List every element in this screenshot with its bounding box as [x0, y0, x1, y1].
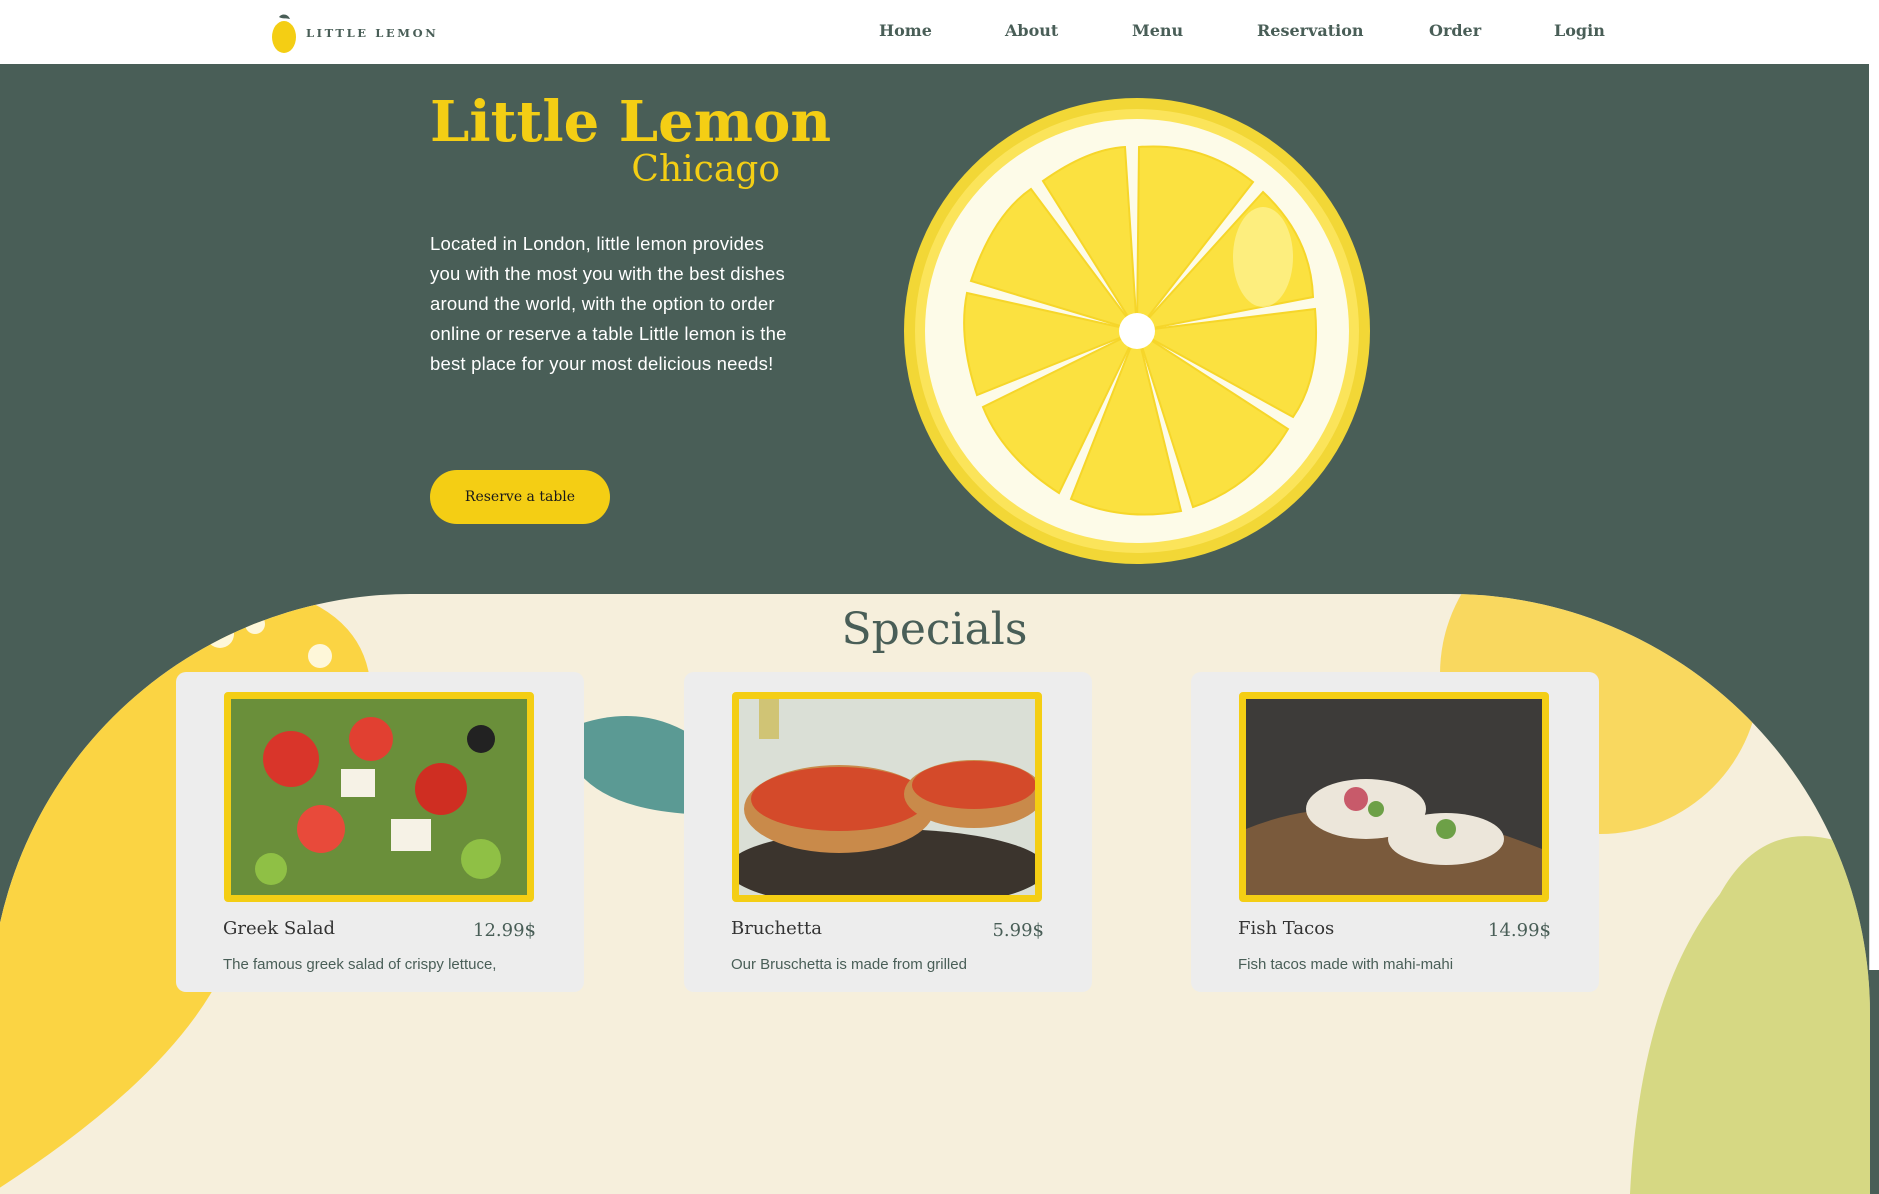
special-description: The famous greek salad of crispy lettuce… [223, 956, 497, 973]
special-card-bruschetta[interactable]: Bruchetta 5.99$ Our Bruschetta is made f… [684, 672, 1092, 992]
special-description: Our Bruschetta is made from grilled [731, 956, 967, 973]
special-name: Greek Salad [223, 918, 335, 939]
lemon-logo-icon [272, 14, 296, 53]
greek-salad-photo [224, 692, 534, 902]
special-price: 5.99$ [992, 920, 1044, 941]
special-name: Fish Tacos [1238, 918, 1335, 939]
hero-title: Little Lemon [430, 89, 832, 155]
special-price: 12.99$ [473, 920, 536, 941]
nav-link-order[interactable]: Order [1429, 21, 1481, 40]
special-price: 14.99$ [1488, 920, 1551, 941]
special-card-greek-salad[interactable]: Greek Salad 12.99$ The famous greek sala… [176, 672, 584, 992]
nav-link-menu[interactable]: Menu [1132, 21, 1183, 40]
scrollbar-track[interactable] [1869, 0, 1879, 970]
nav-link-home[interactable]: Home [879, 21, 932, 40]
hero-subtitle: Chicago [631, 149, 780, 190]
scrollbar-thumb[interactable] [1869, 330, 1878, 970]
lemon-slice-icon [904, 98, 1370, 564]
nav-link-login[interactable]: Login [1554, 21, 1605, 40]
logo-text: LITTLE LEMON [306, 26, 439, 40]
special-name: Bruchetta [731, 918, 822, 939]
specials-title: Specials [841, 604, 1028, 655]
bruschetta-photo [732, 692, 1042, 902]
reserve-table-button[interactable]: Reserve a table [430, 470, 610, 524]
special-description: Fish tacos made with mahi-mahi [1238, 956, 1454, 973]
logo[interactable]: LITTLE LEMON [270, 10, 438, 56]
nav-link-about[interactable]: About [1005, 21, 1058, 40]
fish-tacos-photo [1239, 692, 1549, 902]
special-card-fish-tacos[interactable]: Fish Tacos 14.99$ Fish tacos made with m… [1191, 672, 1599, 992]
nav-link-reservation[interactable]: Reservation [1257, 21, 1364, 40]
hero-description: Located in London, little lemon provides… [430, 233, 787, 374]
top-navigation-bar: LITTLE LEMON Home About Menu Reservation… [0, 0, 1869, 64]
